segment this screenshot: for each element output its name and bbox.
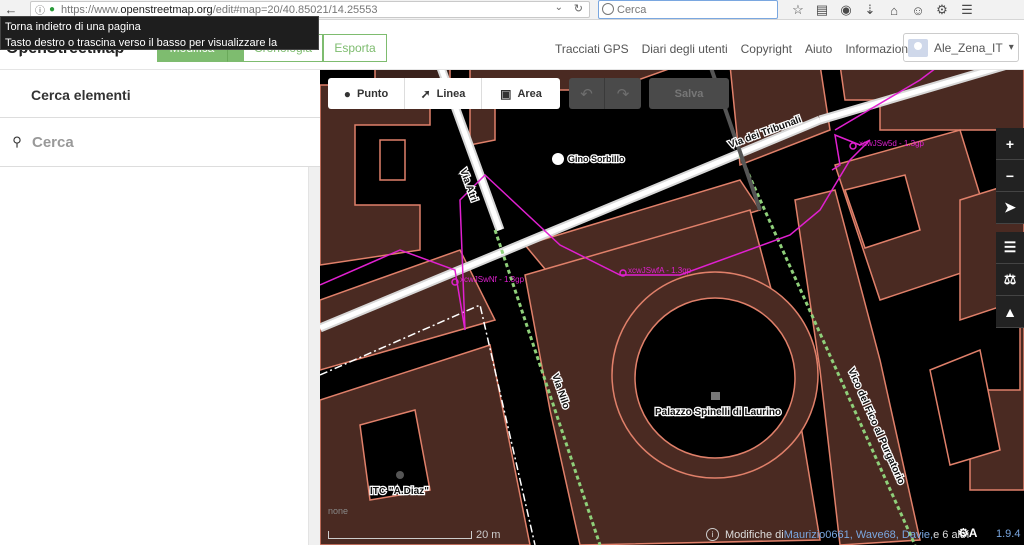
zoom-out-button[interactable]: − (996, 160, 1024, 192)
area-icon: ▣ (500, 86, 512, 101)
link-about[interactable]: Informazioni (845, 42, 910, 56)
geolocate-button[interactable]: ➤ (996, 192, 1024, 224)
courtyard (379, 139, 406, 181)
pin-icon: ● (343, 86, 352, 101)
url-host: openstreetmap.org (120, 3, 213, 16)
building-marker-icon (711, 392, 720, 400)
background-layers-button[interactable]: ☰ (996, 232, 1024, 264)
add-line-button[interactable]: ➚ Linea (405, 78, 482, 109)
export-button[interactable]: Esporta (323, 34, 387, 62)
emoji-icon[interactable]: ☺ (906, 3, 930, 18)
courtyard (929, 348, 1001, 466)
url-prefix: https://www. (61, 3, 121, 16)
feature-search-input[interactable]: ⚲ Cerca (0, 118, 320, 166)
add-point-button[interactable]: ● Punto (328, 78, 405, 109)
hamburger-menu-icon[interactable]: ☰ (954, 2, 980, 18)
sidebar-title: Cerca elementi (31, 87, 131, 103)
tooltip-line-1: Torna indietro di una pagina (5, 21, 141, 33)
link-copyright[interactable]: Copyright (741, 42, 792, 56)
building (320, 344, 531, 545)
sidebar: Cerca elementi ⚲ Cerca (0, 70, 320, 545)
gps-label-1: xcwJSw5d - 1.3gp (859, 139, 924, 148)
save-button[interactable]: Salva (649, 78, 729, 109)
map-controls: + − ➤ ☰ ⚖ ▲ (996, 128, 1024, 328)
chevron-down-icon[interactable]: ⌄ (555, 2, 563, 13)
search-icon: ⚲ (12, 134, 22, 149)
imagery-label: none (328, 506, 349, 516)
back-tooltip: Torna indietro di una pagina Tasto destr… (0, 16, 319, 65)
info-icon[interactable]: i (706, 528, 719, 541)
school-label: ITC "A.Diaz" (370, 486, 429, 497)
undo-redo-group: ↶ ↷ (569, 78, 641, 109)
building (320, 84, 431, 266)
browser-search-placeholder: Cerca (617, 3, 647, 16)
issues-button[interactable]: ▲ (996, 296, 1024, 328)
poi-marker-icon (552, 153, 564, 165)
avatar (908, 38, 928, 57)
browser-search-input[interactable]: Cerca (598, 0, 778, 19)
zoom-in-button[interactable]: + (996, 128, 1024, 160)
tooltip-line-2: Tasto destro o trascina verso il basso p… (5, 37, 278, 65)
pocket-icon[interactable]: ◉ (834, 2, 858, 18)
link-user-diaries[interactable]: Diari degli utenti (642, 42, 728, 56)
lock-icon: ● (49, 4, 56, 15)
scale-label: 20 m (476, 529, 501, 541)
attribution: i Modifiche di Maurizio0661, Wave68, Dav… (706, 528, 969, 541)
gps-point (849, 142, 857, 150)
home-icon[interactable]: ⌂ (882, 3, 906, 18)
user-menu-button[interactable]: Ale_Zena_IT ▾ (903, 33, 1019, 62)
reload-icon[interactable]: ↻ (574, 2, 583, 15)
chevron-down-icon: ▾ (1008, 42, 1014, 53)
building (839, 70, 1024, 131)
map-footer: none 20 m i Modifiche di Maurizio0661, W… (320, 506, 1024, 545)
add-point-label: Punto (357, 87, 389, 100)
poi-label: Gino Sorbillo (568, 154, 625, 164)
link-help[interactable]: Aiuto (805, 42, 832, 56)
map-data-button[interactable]: ⚖ (996, 264, 1024, 296)
divider (0, 166, 320, 167)
search-engine-icon[interactable] (602, 3, 614, 15)
url-path: /edit#map=20/40.85021/14.25553 (212, 3, 378, 16)
browser-toolbar-icons: ☆ ▤ ◉ ⇣ ⌂ ☺ ⚙ ☰ (786, 0, 980, 20)
version-label[interactable]: 1.9.4 (996, 528, 1020, 540)
school-marker-icon (396, 471, 404, 479)
add-area-label: Area (517, 87, 542, 100)
sidebar-scrollbar[interactable] (308, 167, 320, 545)
download-icon[interactable]: ⇣ (858, 2, 882, 18)
palazzo-inner (634, 297, 796, 459)
user-name: Ale_Zena_IT (934, 40, 1003, 55)
undo-button[interactable]: ↶ (569, 78, 605, 109)
map-toolbar: ● Punto ➚ Linea ▣ Area (328, 78, 560, 109)
reader-icon[interactable]: ▤ (810, 2, 834, 18)
sync-icon[interactable]: ⚙ (930, 2, 954, 18)
add-line-label: Linea (436, 87, 466, 100)
line-icon: ➚ (420, 86, 431, 101)
attribution-prefix: Modifiche di (725, 528, 784, 541)
palazzo-label: Palazzo Spinelli di Laurino (655, 407, 781, 418)
feature-search-placeholder: Cerca (32, 133, 74, 151)
scale-bar[interactable] (328, 531, 472, 539)
header-links: Tracciati GPS Diari degli utenti Copyrig… (555, 42, 924, 56)
accessibility-icon[interactable]: ⚙A (958, 526, 977, 540)
map-canvas[interactable]: xcwJSw5d - 1.3gp xcwJSwfA - 1.3gp xcwJSw… (320, 70, 1024, 545)
gps-label-3: xcwJSwNf - 1.3gp (460, 275, 525, 284)
gps-label-2: xcwJSwfA - 1.3gp (628, 266, 692, 275)
redo-button[interactable]: ↷ (605, 78, 641, 109)
link-gps-traces[interactable]: Tracciati GPS (555, 42, 629, 56)
star-icon[interactable]: ☆ (786, 2, 810, 18)
add-area-button[interactable]: ▣ Area (482, 78, 560, 109)
attribution-users[interactable]: Maurizio0661, Wave68, Davie, (784, 529, 933, 541)
info-icon[interactable]: ⓘ (35, 2, 45, 17)
map-svg: xcwJSw5d - 1.3gp xcwJSwfA - 1.3gp xcwJSw… (320, 70, 1024, 545)
